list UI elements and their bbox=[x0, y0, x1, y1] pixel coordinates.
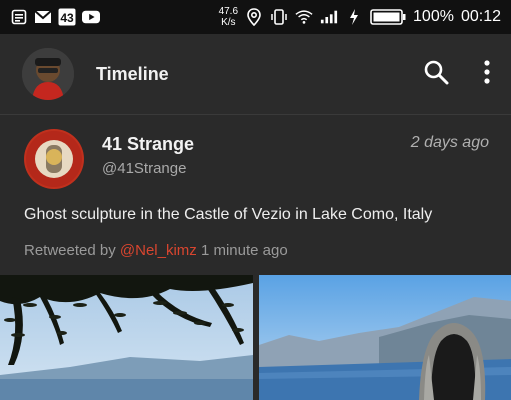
location-icon bbox=[245, 8, 263, 26]
wifi-icon bbox=[295, 8, 313, 26]
retweet-prefix: Retweeted by bbox=[24, 242, 120, 259]
tweet-media-image-1[interactable] bbox=[0, 275, 253, 400]
vibrate-icon bbox=[270, 8, 288, 26]
tweet-card[interactable]: 41 Strange @41Strange 2 days ago Ghost s… bbox=[0, 115, 511, 400]
tweet-timestamp: 2 days ago bbox=[410, 134, 489, 151]
network-speed-unit: K/s bbox=[221, 17, 236, 28]
battery-icon bbox=[370, 8, 406, 26]
signal-icon bbox=[320, 8, 338, 26]
battery-percent: 100% bbox=[413, 8, 454, 25]
status-bar: 43 47.6 K/s 100% 00:12 bbox=[0, 0, 511, 34]
avatar[interactable] bbox=[22, 48, 74, 100]
status-system: 47.6 K/s 100% 00:12 bbox=[219, 0, 511, 34]
tweet-media-image-2[interactable] bbox=[259, 275, 511, 400]
svg-text:43: 43 bbox=[60, 11, 74, 25]
tweet-user-handle[interactable]: @41Strange bbox=[102, 160, 186, 177]
app-icon-43: 43 bbox=[58, 8, 76, 26]
more-vert-icon[interactable] bbox=[483, 59, 491, 90]
retweet-suffix: 1 minute ago bbox=[196, 242, 288, 259]
tweet-text: Ghost sculpture in the Castle of Vezio i… bbox=[24, 206, 433, 223]
tweet-user-name[interactable]: 41 Strange bbox=[102, 134, 194, 155]
network-speed-value: 47.6 bbox=[218, 6, 239, 17]
retweet-info: Retweeted by @Nel_kimz 1 minute ago bbox=[24, 242, 288, 259]
app-bar: Timeline bbox=[0, 34, 511, 114]
network-speed: 47.6 K/s bbox=[219, 6, 238, 28]
page-title: Timeline bbox=[96, 63, 169, 84]
gmail-icon bbox=[34, 8, 52, 26]
status-notifications: 43 bbox=[0, 8, 100, 26]
charging-icon bbox=[345, 8, 363, 26]
retweet-user-link[interactable]: @Nel_kimz bbox=[120, 242, 197, 259]
search-icon[interactable] bbox=[423, 59, 449, 90]
app-bar-actions bbox=[423, 59, 511, 90]
tweet-profile-image[interactable] bbox=[24, 129, 84, 189]
notes-icon bbox=[10, 8, 28, 26]
youtube-icon bbox=[82, 8, 100, 26]
clock: 00:12 bbox=[460, 8, 501, 25]
